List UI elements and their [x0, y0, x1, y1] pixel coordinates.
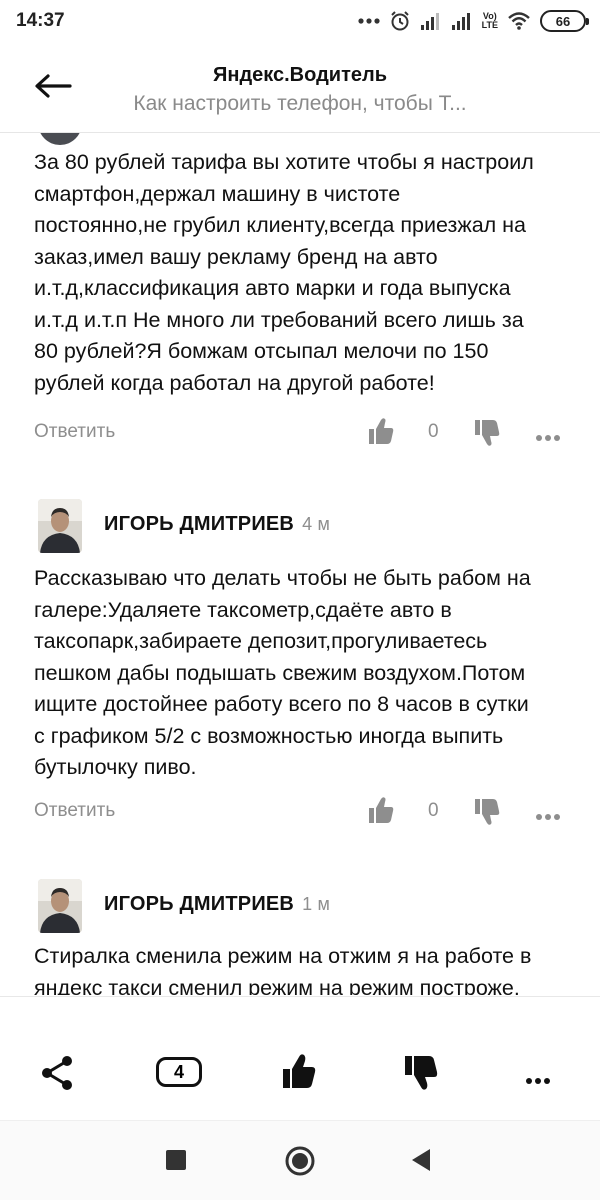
- avatar[interactable]: [38, 499, 82, 553]
- back-button[interactable]: [30, 70, 76, 106]
- wifi-icon: [507, 11, 531, 31]
- comment-line: пешком дабы подышать свежим воздухом.Пот…: [34, 660, 526, 685]
- share-icon[interactable]: [40, 1055, 74, 1096]
- more-icon[interactable]: [536, 807, 563, 825]
- dislike-icon[interactable]: [404, 1055, 438, 1096]
- comment-line: постоянно,не грубил клиенту,всегда приез…: [34, 213, 527, 237]
- comment-time: 4 м: [302, 514, 331, 534]
- system-navbar: [0, 1120, 600, 1200]
- comment-line: За 80 рублей тарифа вы хотите чтобы я на…: [34, 150, 534, 174]
- comment-actions: Ответить 0: [34, 415, 574, 451]
- comment-author: ИГОРЬ ДМИТРИЕВ 4 м: [38, 499, 578, 555]
- likes-count: 0: [428, 800, 439, 821]
- thumbs-up-icon[interactable]: [368, 417, 394, 450]
- comment-text: Стиралка сменила режим на отжим я на раб…: [34, 941, 574, 995]
- comment-line: яндекс такси сменил режим на режим постр…: [34, 975, 520, 996]
- reply-button[interactable]: Ответить: [34, 421, 115, 443]
- back-icon[interactable]: [410, 1148, 432, 1177]
- more-icon[interactable]: [536, 428, 563, 446]
- comment-line: Рассказываю что делать чтобы не быть раб…: [34, 566, 531, 590]
- status-icons: Vo) LTE 66: [358, 9, 589, 33]
- comment-line: заказ,имел вашу рекламу бренд на авто: [34, 244, 438, 269]
- comment-line: с графиком 5/2 с возможностью иногда вып…: [34, 723, 504, 748]
- lte-label-bottom: LTE: [481, 20, 498, 30]
- comment-line: смартфон,держал машину в чистоте: [34, 181, 401, 206]
- thumbs-up-icon[interactable]: [368, 796, 394, 829]
- signal-icon: [451, 11, 473, 31]
- comment-actions: Ответить 0: [34, 794, 574, 830]
- avatar[interactable]: [38, 879, 82, 933]
- comment-text: За 80 рублей тарифа вы хотите чтобы я на…: [34, 147, 574, 399]
- battery-icon: 66: [540, 10, 589, 32]
- comment-time: 1 м: [302, 894, 331, 914]
- likes-count: 0: [428, 421, 439, 442]
- author-name[interactable]: ИГОРЬ ДМИТРИЕВ 1 м: [104, 893, 330, 916]
- comments-list[interactable]: За 80 рублей тарифа вы хотите чтобы я на…: [0, 133, 600, 995]
- home-icon[interactable]: [284, 1145, 316, 1182]
- comment-line: и.т.д,классификация авто марки и года вы…: [34, 276, 511, 300]
- more-dots-icon: [358, 17, 380, 25]
- comment-line: ищите достойнее работу всего по 8 часов …: [34, 692, 529, 716]
- like-icon[interactable]: [282, 1053, 316, 1094]
- author-name[interactable]: ИГОРЬ ДМИТРИЕВ 4 м: [104, 513, 330, 536]
- header: Яндекс.Водитель Как настроить телефон, ч…: [0, 44, 600, 132]
- page-subtitle: Как настроить телефон, чтобы Т...: [133, 92, 467, 115]
- comment-line: и.т.д и.т.п Не много ли требований всего…: [34, 307, 524, 332]
- battery-level: 66: [555, 13, 571, 29]
- more-icon[interactable]: [526, 1071, 553, 1089]
- comment-line: Стиралка сменила режим на отжим я на раб…: [34, 944, 532, 968]
- recent-apps-icon[interactable]: [165, 1149, 187, 1176]
- lte-icon: Vo) LTE: [482, 12, 498, 30]
- reply-button[interactable]: Ответить: [34, 800, 115, 822]
- comment-line: таксопарк,забираете депозит,прогуливаете…: [34, 629, 488, 653]
- comment-author: ИГОРЬ ДМИТРИЕВ 1 м: [38, 879, 578, 935]
- alarm-icon: [389, 10, 411, 32]
- comment-line: рублей когда работал на другой работе!: [34, 370, 435, 395]
- status-bar: 14:37 Vo) LTE 66: [0, 0, 600, 44]
- author-label[interactable]: ИГОРЬ ДМИТРИЕВ: [104, 893, 294, 915]
- status-time: 14:37: [16, 10, 65, 31]
- avatar: [38, 133, 82, 145]
- signal-icon: [420, 11, 442, 31]
- thumbs-down-icon[interactable]: [474, 798, 500, 831]
- comment-line: бутылочку пиво.: [34, 755, 197, 779]
- thumbs-down-icon[interactable]: [474, 419, 500, 452]
- page-title: Яндекс.Водитель: [212, 64, 387, 86]
- comments-count: 4: [156, 1057, 202, 1087]
- comment-line: галере:Удаляете таксометр,сдаёте авто в: [34, 597, 452, 622]
- comments-icon[interactable]: 4: [156, 1057, 204, 1091]
- bottom-toolbar: 4: [0, 996, 600, 1120]
- comment-text: Рассказываю что делать чтобы не быть раб…: [34, 563, 574, 784]
- arrow-left-icon: [34, 73, 72, 103]
- comment-line: 80 рублей?Я бомжам отсыпал мелочи по 150: [34, 339, 489, 363]
- author-label[interactable]: ИГОРЬ ДМИТРИЕВ: [104, 513, 294, 535]
